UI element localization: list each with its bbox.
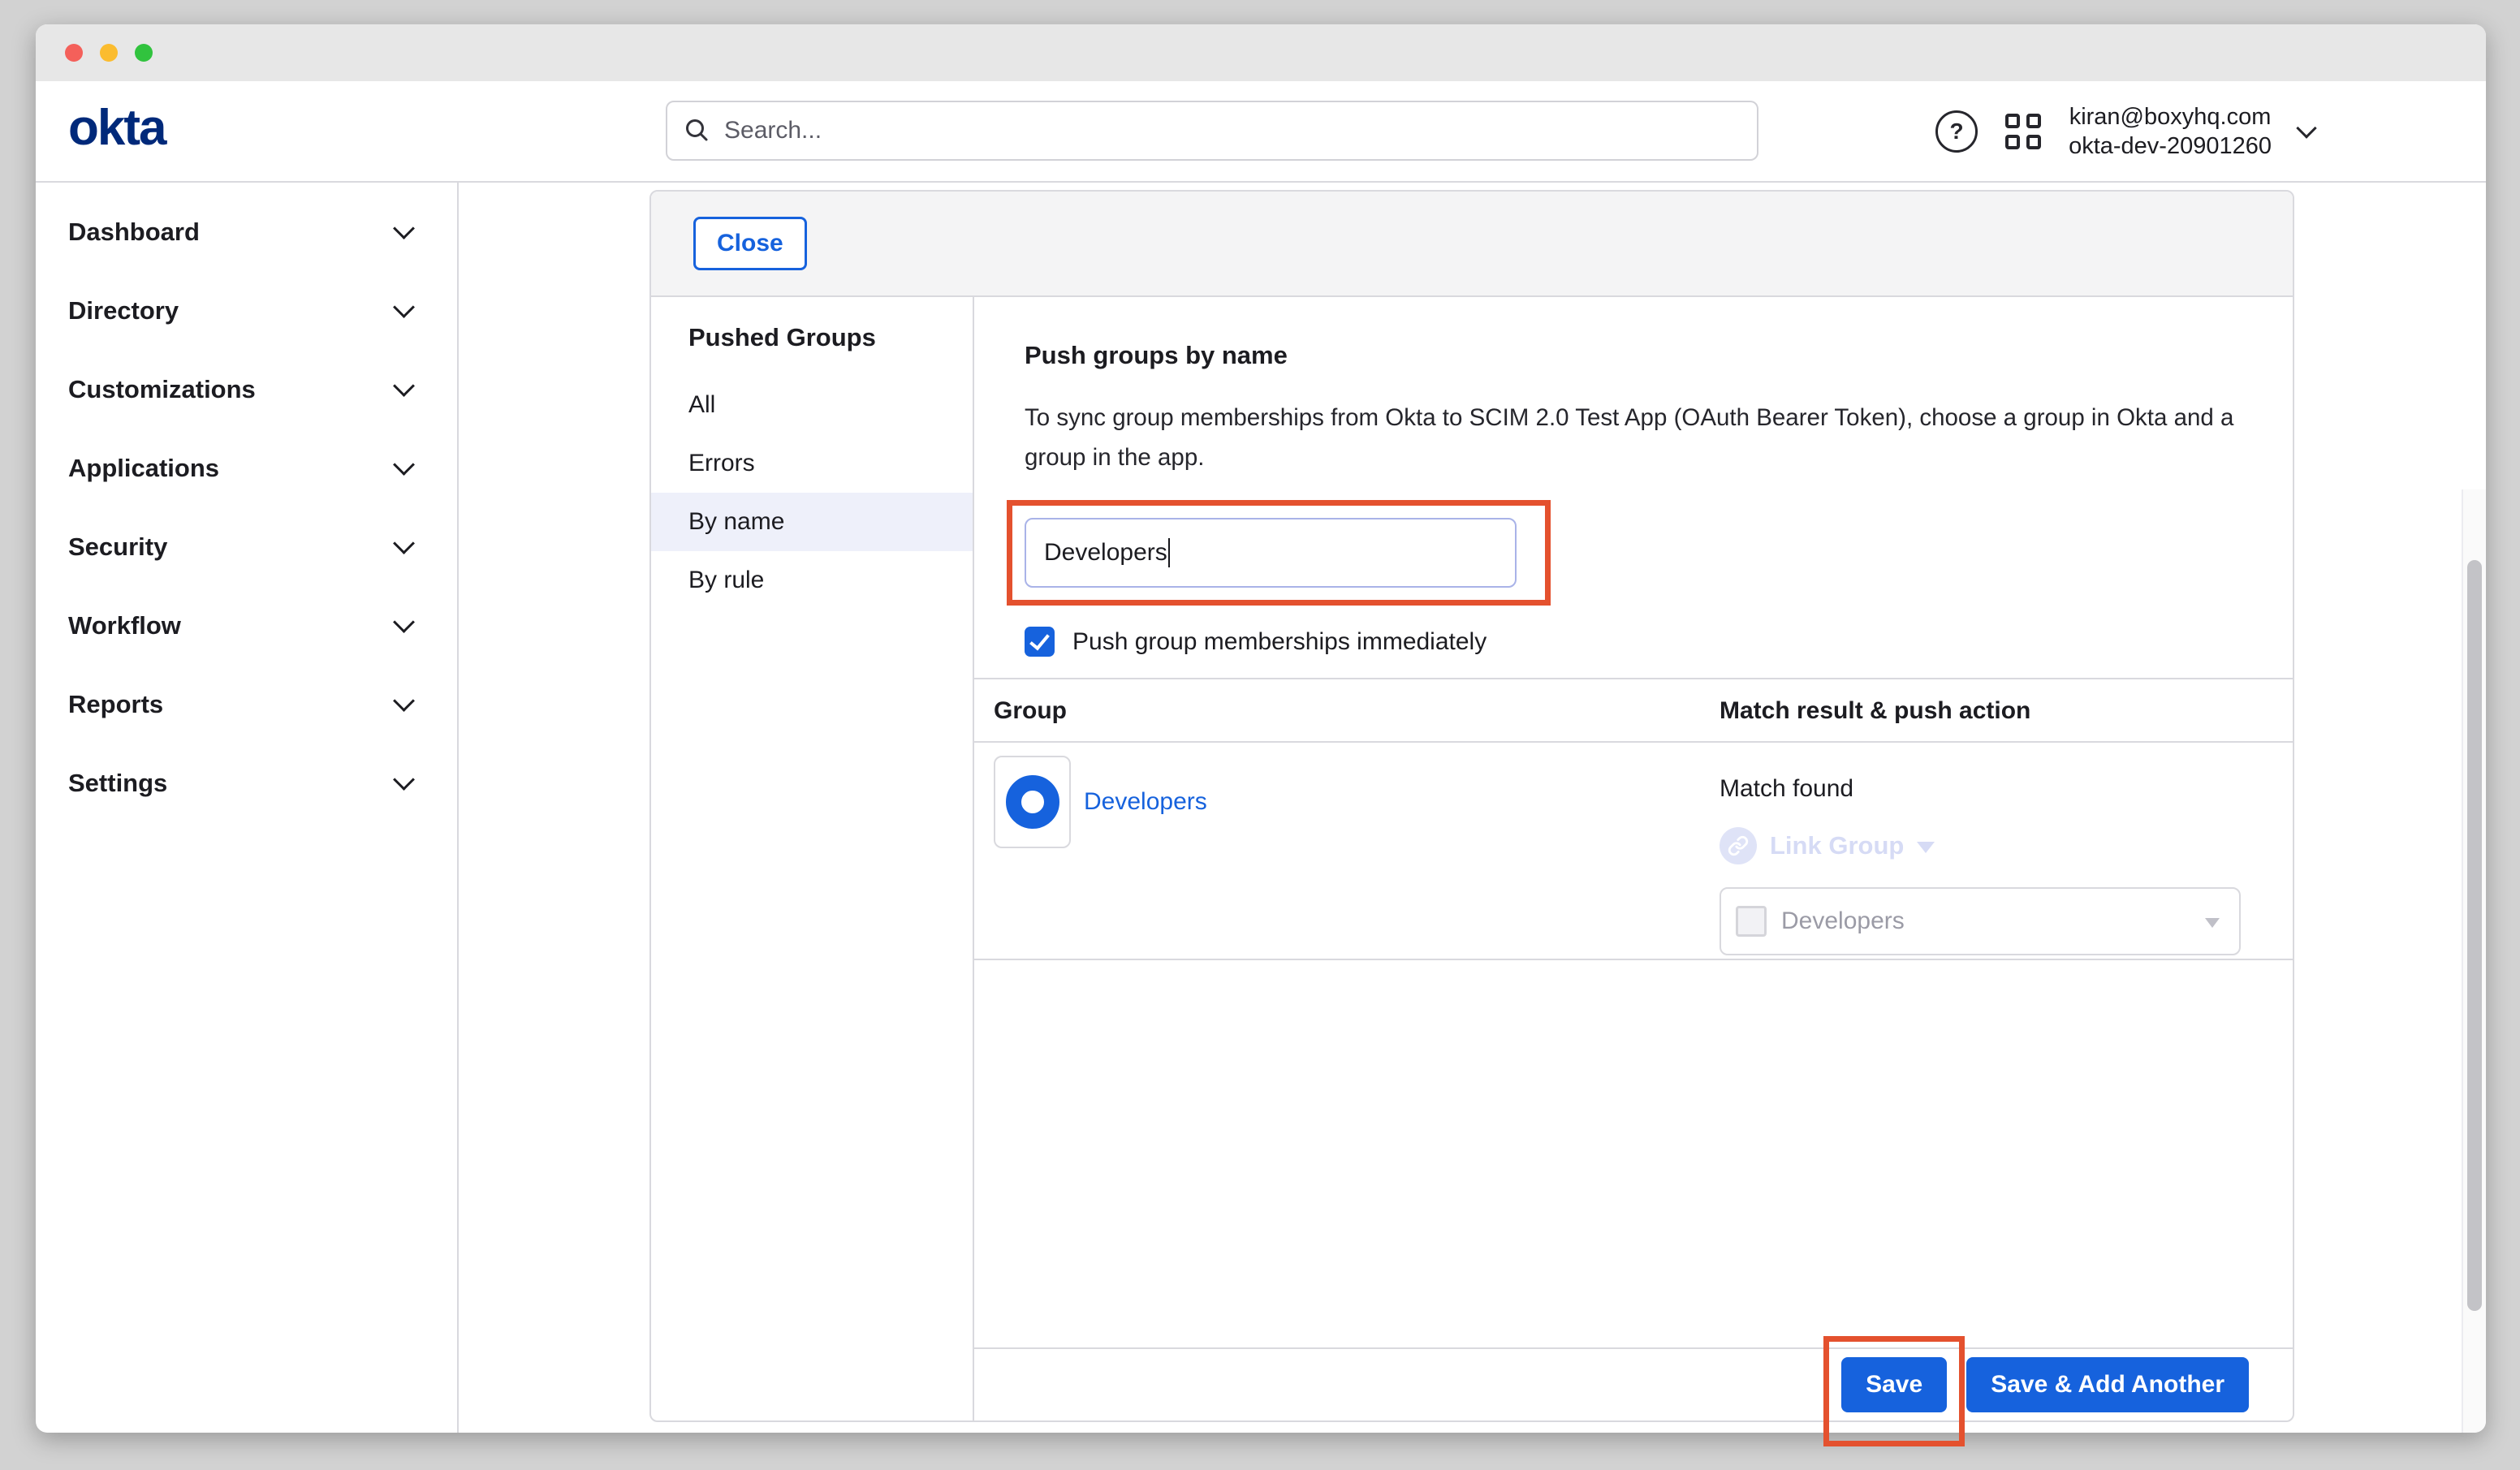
help-glyph: ? (1950, 119, 1964, 144)
group-logo-card (994, 756, 1071, 848)
push-immediately-checkbox[interactable] (1025, 627, 1055, 657)
column-header-group: Group (994, 697, 1720, 725)
chevron-down-icon (393, 296, 415, 318)
sidebar-item-reports[interactable]: Reports (36, 665, 457, 744)
link-group-dropdown[interactable]: Link Group (1720, 827, 2293, 864)
group-cell: Developers (994, 756, 1720, 848)
app-group-value: Developers (1781, 907, 2205, 935)
global-search[interactable] (666, 101, 1758, 161)
help-icon[interactable]: ? (1935, 110, 1978, 153)
match-status-text: Match found (1720, 775, 2293, 803)
sidebar-item-directory[interactable]: Directory (36, 271, 457, 350)
text-cursor (1168, 538, 1171, 567)
account-org: okta-dev-20901260 (2069, 131, 2272, 161)
sidebar-item-dashboard[interactable]: Dashboard (36, 192, 457, 271)
chevron-down-icon (393, 454, 415, 476)
screen: okta ? kiran@boxyhq.com okta-de (0, 0, 2520, 1470)
vertical-scrollbar-track[interactable] (2462, 489, 2486, 1433)
by-name-content: Push groups by name To sync group member… (974, 297, 2293, 1420)
chevron-down-icon (393, 532, 415, 554)
description-text: To sync group memberships from Okta to S… (1025, 398, 2242, 477)
maximize-window-button[interactable] (135, 44, 153, 62)
app-group-placeholder-icon (1736, 906, 1767, 937)
pushed-groups-subnav: Pushed Groups All Errors By name By rule (651, 297, 974, 1420)
table-row: Developers Match found (974, 741, 2293, 960)
window-titlebar (36, 24, 2486, 81)
panel-body: Pushed Groups All Errors By name By rule… (651, 297, 2293, 1420)
search-input[interactable] (723, 116, 1757, 145)
account-chevron-down-icon[interactable] (2296, 118, 2316, 138)
sidebar-item-security[interactable]: Security (36, 507, 457, 586)
chevron-down-icon (393, 769, 415, 791)
okta-logo: okta (68, 99, 165, 157)
push-immediately-label: Push group memberships immediately (1072, 628, 1487, 656)
link-group-label: Link Group (1770, 831, 1904, 860)
caret-down-icon (2205, 918, 2220, 928)
sidebar-item-settings[interactable]: Settings (36, 744, 457, 822)
group-name-input[interactable]: Developers (1025, 518, 1517, 588)
input-annotation-box: Developers (1007, 500, 1551, 606)
sidebar-item-customizations[interactable]: Customizations (36, 350, 457, 429)
search-icon (684, 117, 711, 144)
account-info[interactable]: kiran@boxyhq.com okta-dev-20901260 (2069, 102, 2272, 161)
save-and-add-another-button[interactable]: Save & Add Another (1966, 1357, 2249, 1412)
chevron-down-icon (393, 375, 415, 397)
pushed-groups-panel: Close Pushed Groups All Errors By name B… (649, 190, 2294, 1422)
subnav-item-by-name[interactable]: By name (651, 493, 973, 551)
sidebar-item-applications[interactable]: Applications (36, 429, 457, 507)
subnav-item-errors[interactable]: Errors (651, 434, 973, 493)
push-immediately-row: Push group memberships immediately (1025, 627, 2293, 657)
chevron-down-icon (393, 690, 415, 712)
header-right-cluster: ? kiran@boxyhq.com okta-dev-20901260 (1935, 81, 2314, 181)
app-group-select[interactable]: Developers (1720, 887, 2241, 955)
close-window-button[interactable] (65, 44, 83, 62)
panel-footer: Save Save & Add Another (974, 1347, 2293, 1420)
close-button[interactable]: Close (693, 217, 807, 270)
match-table: Group Match result & push action Develop… (974, 678, 2293, 960)
account-email: kiran@boxyhq.com (2069, 102, 2272, 131)
app-grid-icon[interactable] (2005, 114, 2041, 149)
group-name-link[interactable]: Developers (1084, 788, 1207, 816)
chevron-down-icon (393, 611, 415, 633)
caret-down-icon (1917, 842, 1935, 853)
sidebar-item-workflow[interactable]: Workflow (36, 586, 457, 665)
sidebar: Dashboard Directory Customizations Appli… (36, 183, 459, 1433)
subnav-title: Pushed Groups (688, 323, 973, 352)
chevron-down-icon (393, 218, 415, 239)
panel-header-bar: Close (651, 192, 2293, 297)
save-button-wrapper: Save (1841, 1357, 1947, 1412)
subnav-item-all[interactable]: All (651, 376, 973, 434)
app-header: okta ? kiran@boxyhq.com okta-de (36, 81, 2486, 183)
okta-group-icon (1006, 775, 1059, 829)
link-icon (1720, 827, 1757, 864)
page-title: Push groups by name (1025, 341, 2293, 370)
group-name-input-value: Developers (1044, 539, 1167, 567)
match-cell: Match found Link Group (1720, 756, 2293, 959)
column-header-match: Match result & push action (1720, 697, 2030, 725)
subnav-item-by-rule[interactable]: By rule (651, 551, 973, 610)
check-icon (1029, 629, 1050, 650)
vertical-scrollbar-thumb[interactable] (2467, 560, 2482, 1311)
browser-window: okta ? kiran@boxyhq.com okta-de (36, 24, 2486, 1433)
minimize-window-button[interactable] (100, 44, 118, 62)
table-header: Group Match result & push action (974, 679, 2293, 741)
save-button[interactable]: Save (1841, 1357, 1947, 1412)
